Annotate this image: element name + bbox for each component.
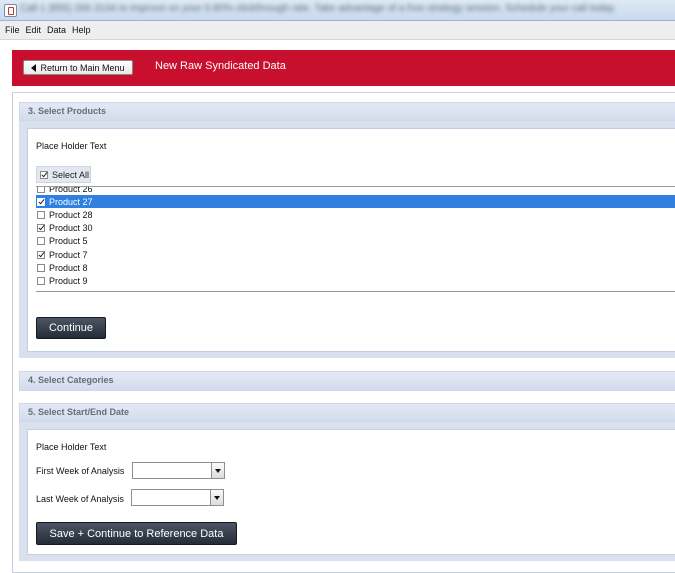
product-list-items: Product 26 Product 27 Product 28 Product 30…	[36, 186, 675, 288]
section-4-title: 4. Select Categories	[28, 375, 114, 385]
product-label: Product 28	[49, 209, 93, 220]
select-all-label: Select All	[52, 169, 90, 180]
product-list-item[interactable]: Product 26	[36, 186, 675, 195]
window-title: Call 1 (855) 266 3134 to improve on your…	[20, 3, 617, 14]
menu-edit[interactable]: Edit	[26, 25, 42, 35]
product-list-item[interactable]: Product 27	[36, 195, 675, 209]
checkbox-unchecked-icon[interactable]	[37, 210, 45, 219]
product-list-item[interactable]: Product 9	[36, 274, 675, 287]
product-label: Product 5	[49, 236, 88, 247]
continue-button[interactable]: Continue	[36, 317, 106, 339]
page-title: New Raw Syndicated Data	[155, 60, 286, 72]
product-label: Product 26	[49, 186, 93, 194]
product-list-item[interactable]: Product 28	[36, 208, 675, 221]
select-all-checkbox[interactable]: Select All	[36, 166, 91, 183]
product-list[interactable]: Product 26 Product 27 Product 28 Product 30…	[36, 186, 675, 292]
menu-data[interactable]: Data	[47, 25, 66, 35]
arrow-left-icon	[31, 63, 37, 72]
checkbox-checked-icon	[40, 170, 48, 179]
product-list-item[interactable]: Product 30	[36, 222, 675, 235]
checkbox-checked-icon[interactable]	[37, 250, 45, 259]
menu-help[interactable]: Help	[72, 25, 91, 35]
last-week-label: Last Week of Analysis	[36, 494, 124, 504]
section-5-header[interactable]: 5. Select Start/End Date	[19, 403, 675, 422]
section-3-title: 3. Select Products	[28, 106, 107, 116]
checkbox-unchecked-icon[interactable]	[37, 187, 45, 193]
product-label: Product 9	[49, 275, 88, 286]
continue-button-label: Continue	[48, 322, 94, 334]
checkbox-checked-icon[interactable]	[37, 224, 45, 233]
header-banner: Return to Main Menu New Raw Syndicated D…	[12, 50, 675, 86]
return-button-label: Return to Main Menu	[40, 62, 125, 73]
product-label: Product 27	[49, 196, 93, 207]
menu-file[interactable]: File	[5, 25, 20, 35]
chevron-down-icon[interactable]	[210, 490, 223, 505]
product-list-item[interactable]: Product 7	[36, 248, 675, 261]
last-week-select[interactable]	[131, 489, 224, 506]
menu-bar: File Edit Data Help	[0, 21, 675, 40]
section-4-header[interactable]: 4. Select Categories	[19, 371, 675, 391]
checkbox-unchecked-icon[interactable]	[37, 237, 45, 246]
product-list-item[interactable]: Product 8	[36, 261, 675, 274]
product-label: Product 8	[49, 262, 88, 273]
checkbox-checked-icon[interactable]	[37, 197, 45, 206]
product-label: Product 7	[49, 249, 88, 260]
product-list-item[interactable]: Product 5	[36, 235, 675, 248]
section-5-placeholder: Place Holder Text	[36, 442, 107, 452]
first-week-select[interactable]	[132, 462, 225, 479]
first-week-label: First Week of Analysis	[36, 466, 125, 476]
section-3-header[interactable]: 3. Select Products	[19, 102, 675, 121]
section-5-title: 5. Select Start/End Date	[28, 407, 130, 417]
java-app-icon	[4, 4, 17, 17]
window-titlebar: Call 1 (855) 266 3134 to improve on your…	[0, 0, 675, 21]
save-continue-button[interactable]: Save + Continue to Reference Data	[36, 522, 237, 545]
section-3-placeholder: Place Holder Text	[36, 141, 107, 151]
product-label: Product 30	[49, 223, 93, 234]
chevron-down-icon[interactable]	[211, 463, 224, 478]
checkbox-unchecked-icon[interactable]	[37, 263, 45, 272]
save-continue-button-label: Save + Continue to Reference Data	[49, 527, 224, 540]
checkbox-unchecked-icon[interactable]	[37, 276, 45, 285]
return-to-main-menu-button[interactable]: Return to Main Menu	[23, 60, 133, 75]
